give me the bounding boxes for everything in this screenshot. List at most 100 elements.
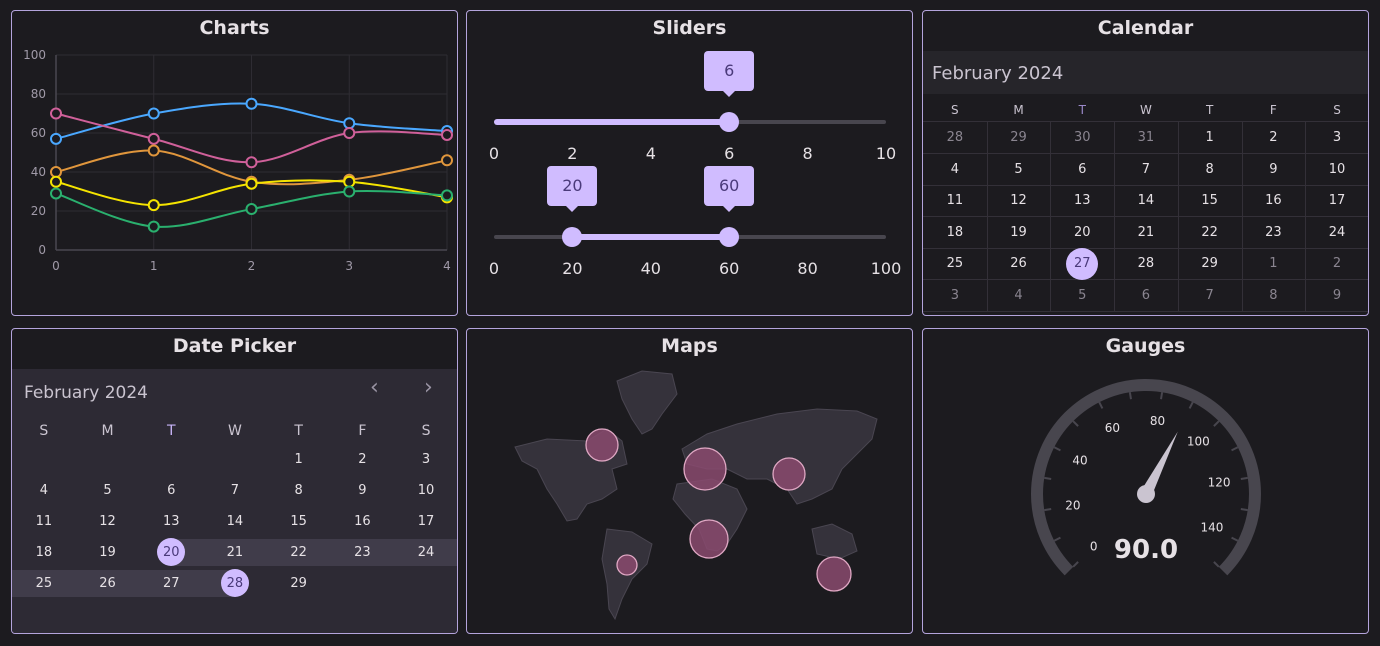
single-slider-tick-label: 0 — [488, 144, 500, 163]
datepicker-day[interactable]: 16 — [331, 514, 395, 529]
calendar-day[interactable]: 10 — [1305, 162, 1368, 177]
australia — [811, 523, 858, 560]
calendar-day[interactable]: 30 — [1050, 130, 1114, 145]
data-point-green — [441, 189, 453, 202]
gauge-label: 80 — [1150, 414, 1165, 428]
calendar-day[interactable]: 28 — [923, 130, 987, 145]
datepicker-day[interactable]: 21 — [203, 545, 267, 560]
datepicker-day[interactable]: 26 — [76, 576, 140, 591]
datepicker-day[interactable]: 4 — [12, 483, 76, 498]
map-bubble-marker[interactable] — [772, 457, 806, 491]
range-slider-thumb[interactable] — [719, 227, 740, 247]
x-tick-label: 3 — [345, 259, 353, 273]
datepicker-day[interactable]: 23 — [331, 545, 395, 560]
calendar-day[interactable]: 20 — [1050, 225, 1114, 240]
datepicker-day[interactable]: 29 — [267, 576, 331, 591]
calendar-day[interactable]: 24 — [1305, 225, 1368, 240]
calendar-day[interactable]: 5 — [1050, 288, 1114, 303]
single-slider-tick-label: 2 — [567, 144, 578, 163]
calendar-day[interactable]: 3 — [923, 288, 987, 303]
data-point-blue — [343, 117, 356, 130]
datepicker-day[interactable]: 17 — [394, 514, 457, 529]
chevron-right-icon[interactable]: › — [424, 375, 433, 400]
calendar-day[interactable]: 2 — [1305, 256, 1368, 271]
x-tick-label: 4 — [443, 259, 451, 273]
calendar-day[interactable]: 25 — [923, 256, 987, 271]
calendar-day[interactable]: 4 — [923, 162, 987, 177]
calendar-day[interactable]: 6 — [1114, 288, 1178, 303]
datepicker-day[interactable]: 22 — [267, 545, 331, 560]
calendar-day[interactable]: 19 — [987, 225, 1051, 240]
datepicker-day[interactable]: 6 — [139, 483, 203, 498]
greenland — [616, 370, 678, 435]
calendar-day[interactable]: 29 — [1178, 256, 1242, 271]
datepicker-day[interactable]: 24 — [394, 545, 457, 560]
datepicker-day[interactable]: 14 — [203, 514, 267, 529]
calendar-day[interactable]: 2 — [1242, 130, 1306, 145]
world-map[interactable] — [467, 329, 913, 634]
calendar-day[interactable]: 27 — [1050, 256, 1114, 271]
datepicker-day[interactable]: 15 — [267, 514, 331, 529]
calendar-day[interactable]: 23 — [1242, 225, 1306, 240]
datepicker-day[interactable]: 13 — [139, 514, 203, 529]
calendar-day[interactable]: 3 — [1305, 130, 1368, 145]
chevron-left-icon[interactable]: ‹ — [370, 375, 379, 400]
map-bubble-marker[interactable] — [689, 519, 729, 559]
calendar-day[interactable]: 17 — [1305, 193, 1368, 208]
calendar-day[interactable]: 8 — [1178, 162, 1242, 177]
calendar-day[interactable]: 4 — [987, 288, 1051, 303]
calendar-day[interactable]: 21 — [1114, 225, 1178, 240]
calendar-day[interactable]: 1 — [1178, 130, 1242, 145]
calendar-day[interactable]: 11 — [923, 193, 987, 208]
calendar-day[interactable]: 29 — [987, 130, 1051, 145]
datepicker-day[interactable]: 7 — [203, 483, 267, 498]
calendar-day[interactable]: 28 — [1114, 256, 1178, 271]
datepicker-day[interactable]: 10 — [394, 483, 457, 498]
datepicker-day[interactable]: 27 — [139, 576, 203, 591]
map-bubble-marker[interactable] — [616, 554, 638, 576]
data-point-pink — [441, 128, 453, 141]
datepicker-day[interactable]: 19 — [76, 545, 140, 560]
datepicker-day[interactable]: 8 — [267, 483, 331, 498]
calendar-day[interactable]: 1 — [1242, 256, 1306, 271]
map-bubble-marker[interactable] — [816, 556, 852, 592]
data-point-orange — [50, 166, 62, 178]
datepicker-day[interactable]: 25 — [12, 576, 76, 591]
datepicker-day[interactable]: 2 — [331, 452, 395, 467]
calendar-day[interactable]: 12 — [987, 193, 1051, 208]
datepicker-day[interactable]: 3 — [394, 452, 457, 467]
map-bubble-marker[interactable] — [585, 428, 619, 462]
range-slider-active-track — [572, 234, 730, 240]
calendar-day[interactable]: 13 — [1050, 193, 1114, 208]
calendar-day[interactable]: 7 — [1114, 162, 1178, 177]
calendar-day[interactable]: 7 — [1178, 288, 1242, 303]
calendar-day[interactable]: 8 — [1242, 288, 1306, 303]
datepicker-day[interactable]: 5 — [76, 483, 140, 498]
calendar-day[interactable]: 6 — [1050, 162, 1114, 177]
datepicker-day[interactable]: 1 — [267, 452, 331, 467]
single-slider-thumb[interactable] — [719, 112, 740, 132]
datepicker-day[interactable]: 28 — [203, 576, 267, 591]
datepicker-day[interactable]: 18 — [12, 545, 76, 560]
calendar-day[interactable]: 22 — [1178, 225, 1242, 240]
calendar-day[interactable]: 14 — [1114, 193, 1178, 208]
datepicker-day[interactable]: 9 — [331, 483, 395, 498]
range-slider-thumb[interactable] — [562, 227, 583, 247]
x-tick-label: 2 — [248, 259, 256, 273]
datepicker-day[interactable]: 11 — [12, 514, 76, 529]
gauge-tick — [1128, 392, 1132, 400]
calendar-day[interactable]: 9 — [1305, 288, 1368, 303]
row-divider — [923, 216, 1368, 218]
calendar-day[interactable]: 26 — [987, 256, 1051, 271]
calendar-day[interactable]: 18 — [923, 225, 987, 240]
x-tick-label: 0 — [52, 259, 60, 273]
datepicker-day[interactable]: 20 — [139, 545, 203, 560]
calendar-day[interactable]: 31 — [1114, 130, 1178, 145]
datepicker-month[interactable]: February 2024 — [24, 383, 148, 403]
calendar-day[interactable]: 15 — [1178, 193, 1242, 208]
map-bubble-marker[interactable] — [683, 447, 727, 491]
calendar-day[interactable]: 9 — [1242, 162, 1306, 177]
calendar-day[interactable]: 5 — [987, 162, 1051, 177]
calendar-day[interactable]: 16 — [1242, 193, 1306, 208]
datepicker-day[interactable]: 12 — [76, 514, 140, 529]
